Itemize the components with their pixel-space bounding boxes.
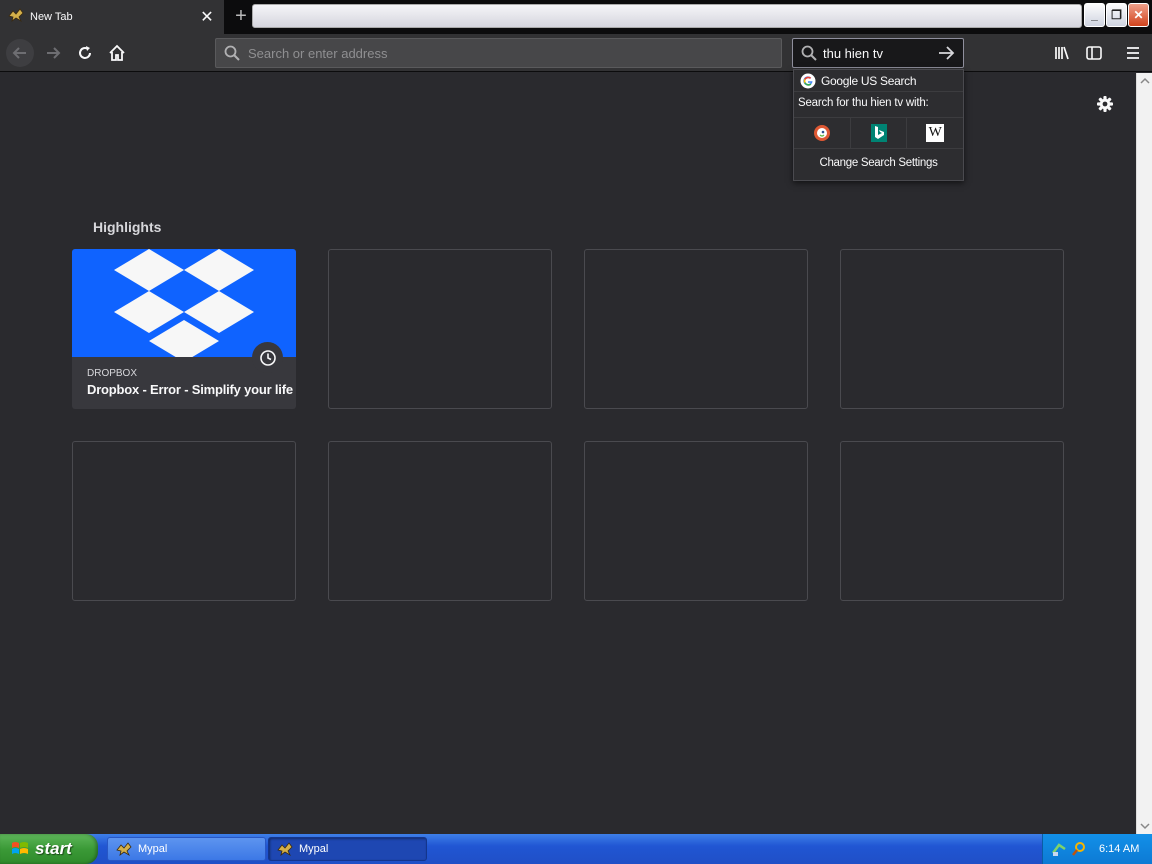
taskbar: start Mypal Mypal 6:14 AM — [0, 834, 1152, 864]
bing-search-button[interactable] — [851, 118, 908, 148]
empty-highlight-card — [584, 249, 808, 409]
tab-new-tab[interactable]: New Tab ✕ — [0, 0, 224, 34]
nav-bar — [0, 34, 1152, 72]
highlights-title: Highlights — [93, 219, 162, 235]
google-icon — [800, 73, 816, 88]
google-search-option[interactable]: Google US Search — [794, 70, 963, 92]
magnifier-icon[interactable] — [1071, 841, 1087, 857]
new-tab-button[interactable]: + — [230, 4, 252, 28]
browser-window: New Tab ✕ + _ ❐ ✕ Search or enter addres… — [0, 0, 1152, 864]
vertical-scrollbar[interactable] — [1136, 73, 1152, 834]
title-bar — [252, 4, 1082, 28]
search-icon — [224, 45, 240, 61]
taskbar-item-mypal[interactable]: Mypal — [107, 837, 266, 861]
taskbar-item-label: Mypal — [299, 843, 329, 855]
dropbox-thumbnail — [72, 249, 296, 357]
mypal-icon — [8, 7, 24, 27]
taskbar-item-mypal-active[interactable]: Mypal — [268, 837, 427, 861]
reload-button[interactable] — [71, 39, 99, 67]
empty-highlight-card — [840, 249, 1064, 409]
library-button[interactable] — [1048, 39, 1076, 67]
hamburger-menu-icon — [1127, 47, 1139, 59]
forward-arrow-icon — [47, 47, 61, 59]
search-with-label: Search for thu hien tv with: — [798, 97, 929, 109]
clock-icon — [252, 342, 283, 373]
home-icon — [109, 44, 125, 61]
engine-name: Google US Search — [821, 73, 917, 88]
dropbox-logo-icon — [114, 249, 254, 357]
gear-icon[interactable] — [1094, 93, 1116, 115]
mypal-icon — [277, 842, 293, 856]
mypal-icon — [116, 842, 132, 856]
search-input[interactable] — [823, 45, 931, 61]
menu-button[interactable] — [1119, 39, 1147, 67]
card-host: DROPBOX — [87, 368, 138, 379]
minimize-button[interactable]: _ — [1084, 3, 1105, 27]
duckduckgo-search-button[interactable] — [794, 118, 851, 148]
library-icon — [1055, 46, 1069, 60]
empty-highlight-card — [328, 249, 552, 409]
windows-logo-icon — [12, 842, 28, 854]
close-tab-icon[interactable]: ✕ — [196, 7, 218, 27]
scroll-up-arrow-icon[interactable] — [1138, 75, 1152, 87]
alternate-engines: W — [794, 117, 963, 149]
wikipedia-search-button[interactable]: W — [907, 118, 963, 148]
duckduckgo-icon — [813, 125, 830, 141]
search-bar[interactable] — [792, 38, 964, 68]
taskbar-item-label: Mypal — [138, 843, 168, 855]
empty-highlight-card — [328, 441, 552, 601]
wikipedia-icon: W — [926, 124, 945, 142]
tab-title: New Tab — [30, 11, 73, 23]
search-suggestions-popup: Google US Search Search for thu hien tv … — [793, 69, 964, 181]
sidebar-icon — [1086, 46, 1102, 60]
close-window-button[interactable]: ✕ — [1128, 3, 1149, 27]
bing-icon — [870, 124, 887, 142]
home-button[interactable] — [103, 39, 131, 67]
change-search-settings-button[interactable]: Change Search Settings — [794, 157, 963, 169]
empty-highlight-card — [72, 441, 296, 601]
empty-highlight-card — [840, 441, 1064, 601]
back-arrow-icon — [12, 47, 26, 59]
address-bar[interactable] — [215, 38, 782, 68]
clock-time: 6:14 AM — [1099, 843, 1140, 855]
system-tray: 6:14 AM — [1042, 834, 1152, 864]
highlight-card-dropbox[interactable]: DROPBOX Dropbox - Error - Simplify your … — [72, 249, 296, 409]
start-button[interactable]: start — [0, 834, 98, 864]
start-label: start — [35, 839, 72, 858]
sidebar-button[interactable] — [1080, 39, 1108, 67]
forward-button[interactable] — [39, 39, 67, 67]
search-icon — [801, 45, 817, 61]
tab-strip: New Tab ✕ + _ ❐ ✕ — [0, 0, 1152, 34]
address-input[interactable] — [248, 45, 768, 61]
empty-highlight-card — [584, 441, 808, 601]
scroll-down-arrow-icon[interactable] — [1138, 820, 1152, 832]
network-icon[interactable] — [1051, 841, 1067, 857]
card-title: Dropbox - Error - Simplify your life — [87, 382, 293, 397]
go-arrow-icon[interactable] — [937, 45, 955, 61]
reload-icon — [79, 46, 91, 59]
back-button[interactable] — [6, 39, 34, 67]
restore-button[interactable]: ❐ — [1106, 3, 1127, 27]
